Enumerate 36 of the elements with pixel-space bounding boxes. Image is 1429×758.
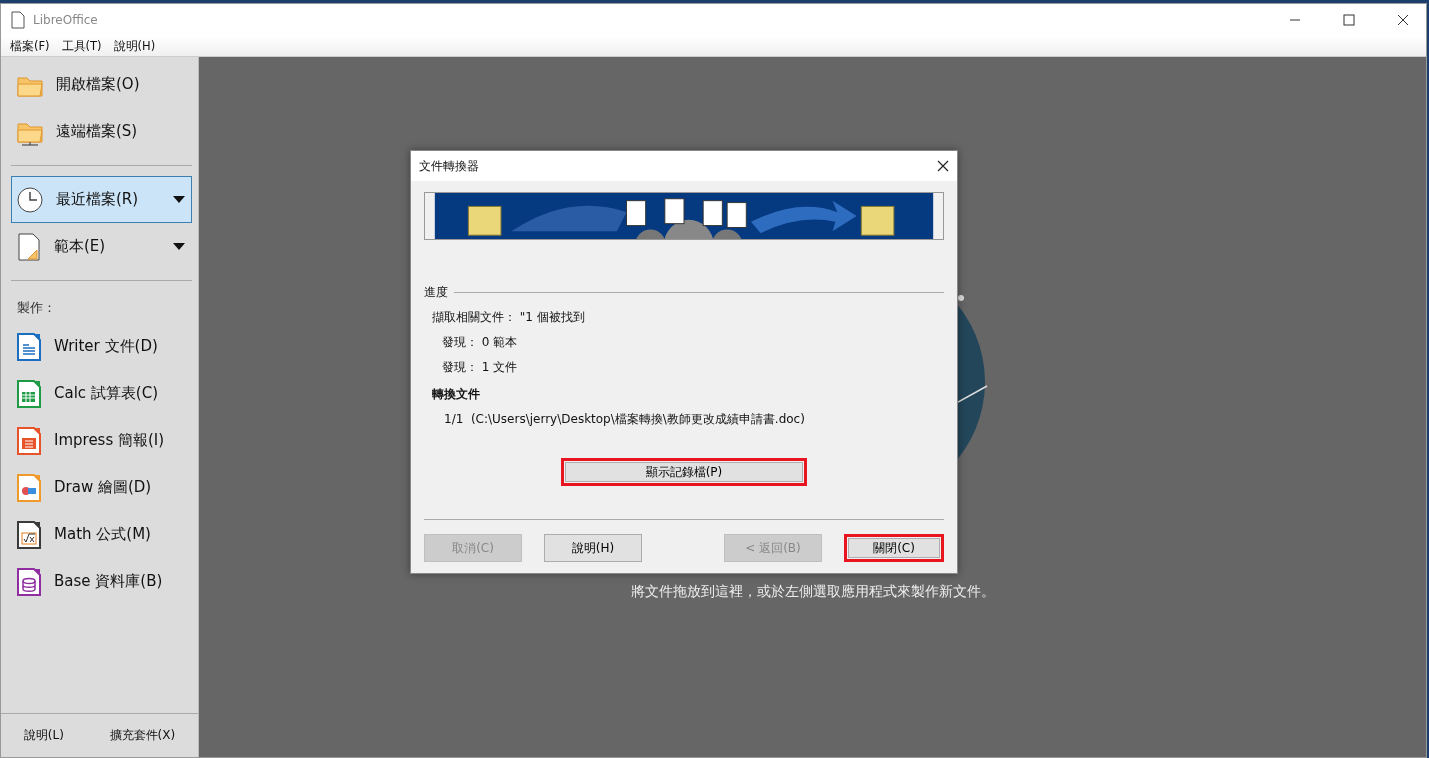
- dialog-title: 文件轉換器: [419, 157, 479, 175]
- sidebar-item[interactable]: 開啟檔案(O): [11, 61, 192, 108]
- welcome-hint: 將文件拖放到這裡，或於左側選取應用程式來製作新文件。: [629, 583, 996, 601]
- show-log-button[interactable]: 顯示記錄檔(P): [561, 458, 807, 486]
- maximize-icon: [1343, 14, 1355, 26]
- sidebar-item[interactable]: Impress 簡報(I): [11, 417, 192, 464]
- footer-link[interactable]: 擴充套件(X): [109, 727, 176, 744]
- menu-item[interactable]: 說明(H): [113, 38, 156, 54]
- dialog-button[interactable]: 說明(H): [544, 534, 642, 562]
- progress-text: 擷取相關文件： "1 個被找到: [431, 309, 586, 326]
- clock-icon: [16, 185, 44, 214]
- menu-item[interactable]: 檔案(F): [10, 38, 50, 54]
- sidebar-item[interactable]: Draw 繪圖(D): [11, 464, 192, 511]
- template-icon: [16, 231, 42, 262]
- progress-text: 發現： 0 範本: [441, 334, 519, 351]
- sidebar-item[interactable]: 最近檔案(R): [11, 176, 192, 223]
- footer-link[interactable]: 說明(L): [23, 727, 64, 744]
- document-icon: [11, 11, 25, 29]
- sidebar-item[interactable]: Math 公式(M): [11, 511, 192, 558]
- section-heading: 進度: [424, 284, 448, 301]
- close-icon[interactable]: [937, 160, 949, 172]
- sidebar-item[interactable]: 範本(E): [11, 223, 192, 270]
- close-icon: [1397, 14, 1409, 26]
- dropdown-caret-icon: [173, 243, 185, 250]
- sidebar-item[interactable]: Calc 試算表(C): [11, 370, 192, 417]
- section-heading: 轉換文件: [431, 386, 481, 403]
- sidebar-item[interactable]: Base 資料庫(B): [11, 558, 192, 605]
- file-path: 1/1 (C:\Users\jerry\Desktop\檔案轉換\教師更改成績申請書.doc): [443, 411, 806, 428]
- window-title: LibreOffice: [33, 13, 99, 27]
- dialog-button[interactable]: 關閉(C): [844, 534, 944, 562]
- sidebar-item[interactable]: Writer 文件(D): [11, 323, 192, 370]
- progress-text: 發現： 1 文件: [441, 359, 519, 376]
- sidebar-item[interactable]: 遠端檔案(S): [11, 108, 192, 155]
- dropdown-caret-icon: [173, 196, 185, 203]
- menu-item[interactable]: 工具(T): [61, 38, 102, 54]
- section-heading: 製作：: [17, 299, 57, 317]
